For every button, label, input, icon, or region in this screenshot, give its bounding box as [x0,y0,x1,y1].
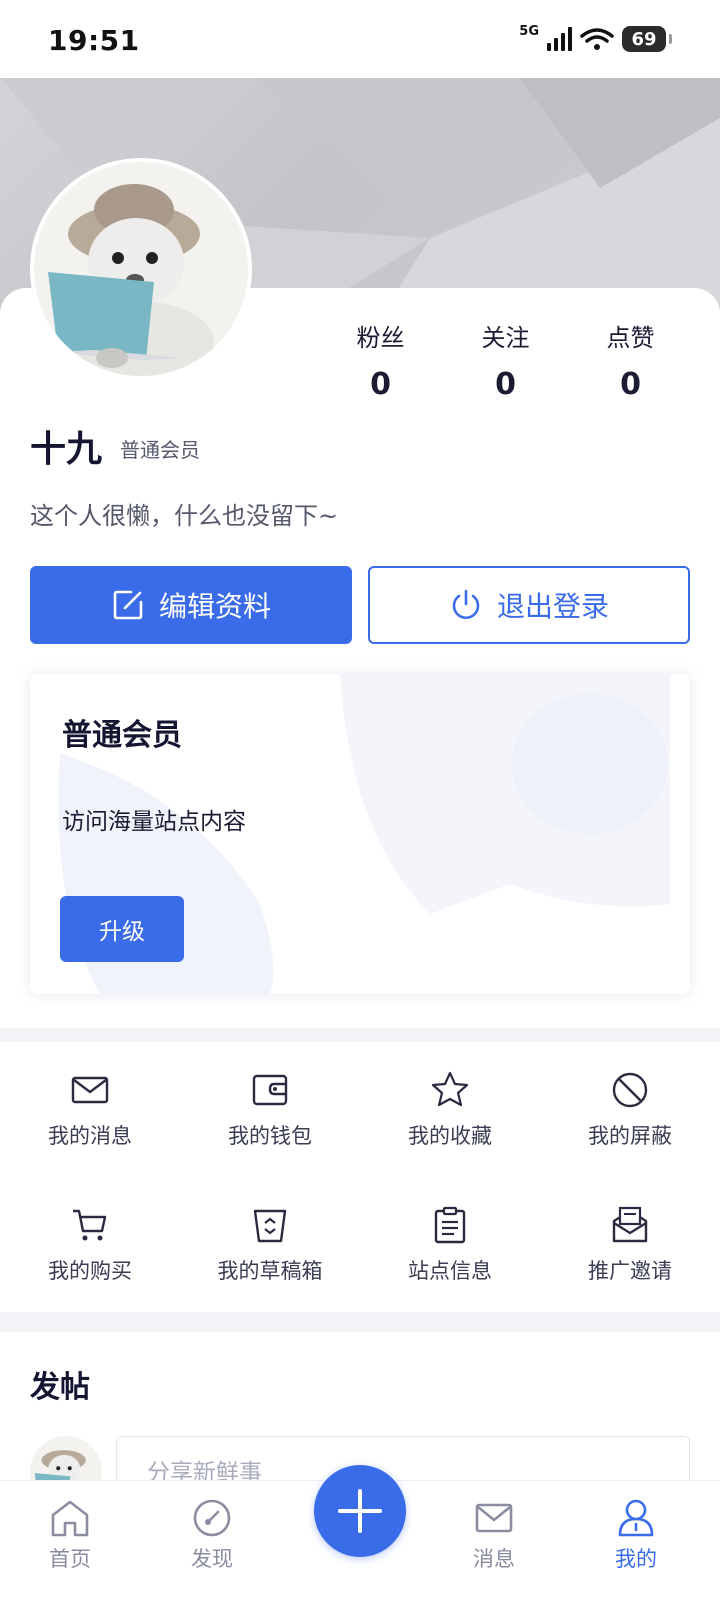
status-bar: 19:51 5G 69 [0,0,720,78]
menu-item-blocked[interactable]: 我的屏蔽 [540,1042,720,1177]
menu-label: 站点信息 [408,1258,492,1283]
stat-value: 0 [495,367,516,402]
menu-label: 我的屏蔽 [588,1123,672,1148]
member-level-tag: 普通会员 [120,438,200,462]
edit-profile-button[interactable]: 编辑资料 [30,566,352,644]
menu-label: 我的收藏 [408,1123,492,1148]
wifi-icon [580,28,614,50]
menu-item-purchases[interactable]: 我的购买 [0,1177,180,1312]
feature-menu: 我的消息 我的钱包 我的收藏 我的屏蔽 我的购买 我的草稿箱 站点信息 推广邀请 [0,1042,720,1312]
menu-item-messages[interactable]: 我的消息 [0,1042,180,1177]
stat-value: 0 [370,367,391,402]
star-icon [431,1071,469,1106]
menu-label: 我的钱包 [228,1123,312,1148]
nav-label: 消息 [473,1547,515,1571]
membership-card: 普通会员 访问海量站点内容 升级 [30,674,690,994]
envelope-icon [71,1076,109,1103]
menu-item-favorites[interactable]: 我的收藏 [360,1042,540,1177]
nav-profile[interactable]: 我的 [586,1497,686,1573]
menu-item-drafts[interactable]: 我的草稿箱 [180,1177,360,1312]
stat-label: 点赞 [606,324,655,352]
edit-icon [113,590,143,620]
menu-item-site-info[interactable]: 站点信息 [360,1177,540,1312]
stat-label: 关注 [481,324,530,352]
message-icon [475,1503,513,1533]
stat-likes[interactable]: 点赞 0 [568,318,693,402]
cart-icon [73,1209,107,1240]
invite-envelope-icon [612,1206,648,1242]
status-icons: 5G 69 [519,23,672,52]
stat-label: 粉丝 [356,324,405,352]
menu-item-invite[interactable]: 推广邀请 [540,1177,720,1312]
menu-item-wallet[interactable]: 我的钱包 [180,1042,360,1177]
upgrade-button[interactable]: 升级 [60,896,184,962]
menu-label: 我的购买 [48,1258,132,1283]
nav-label: 首页 [49,1547,91,1571]
logout-label: 退出登录 [496,590,609,623]
signal-icon [547,27,572,51]
bottom-nav: 首页 发现 消息 我的 [0,1465,720,1600]
stat-value: 0 [620,367,641,402]
clipboard-icon [434,1206,466,1243]
profile-stats: 粉丝 0 关注 0 点赞 0 [318,318,693,402]
power-icon [452,589,480,619]
create-post-button[interactable] [314,1465,406,1557]
draft-bin-icon [253,1209,287,1242]
user-bio: 这个人很懒，什么也没留下~ [30,502,339,530]
nav-home[interactable]: 首页 [20,1497,120,1573]
nav-label: 我的 [615,1547,657,1571]
menu-label: 推广邀请 [588,1258,672,1283]
stat-followers[interactable]: 粉丝 0 [318,318,443,402]
network-type: 5G [519,23,539,39]
avatar[interactable] [30,158,252,380]
wallet-icon [252,1074,288,1105]
logout-button[interactable]: 退出登录 [368,566,690,644]
post-section-title: 发帖 [30,1370,90,1405]
battery-icon: 69 [622,26,672,52]
menu-label: 我的草稿箱 [217,1258,323,1283]
nav-messages[interactable]: 消息 [444,1497,544,1573]
edit-profile-label: 编辑资料 [158,590,271,623]
user-icon [618,1499,654,1537]
avatar-image [34,162,248,376]
membership-title: 普通会员 [62,718,182,753]
nav-label: 发现 [191,1547,233,1571]
membership-description: 访问海量站点内容 [62,809,246,835]
compass-icon [193,1499,231,1537]
post-section: 发帖 分享新鲜事 [0,1332,720,1508]
plus-icon [338,1489,382,1533]
nav-discover[interactable]: 发现 [162,1497,262,1573]
username: 十九 [30,429,103,470]
home-icon [51,1500,89,1537]
block-icon [612,1072,648,1107]
stat-following[interactable]: 关注 0 [443,318,568,402]
menu-label: 我的消息 [48,1123,132,1148]
status-time: 19:51 [48,24,140,57]
